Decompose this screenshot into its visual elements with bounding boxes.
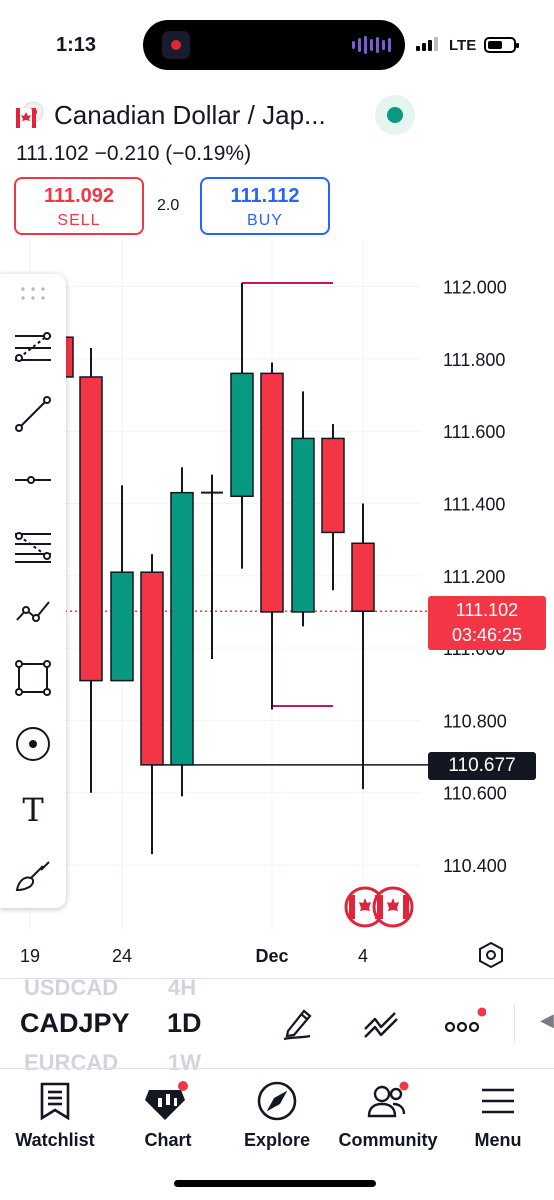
y-tick-label: 111.600 [443,422,505,442]
draw-pen-button[interactable] [273,1000,323,1046]
drag-handle-icon[interactable] [20,286,46,302]
y-tick-label: 110.600 [443,784,507,804]
nav-explore[interactable]: Explore [234,1078,320,1151]
circle-tool-icon[interactable] [11,722,55,766]
watchlist-icon [40,1082,70,1121]
community-icon [367,1081,409,1118]
battery-icon [484,37,519,53]
y-tick-label: 111.400 [443,495,505,515]
x-tick-label: 24 [112,946,132,966]
interval-picker-next[interactable]: 1W [168,1050,201,1076]
text-tool-glyph: T [22,791,44,829]
divider [0,1068,554,1069]
nav-label: Explore [243,1130,311,1150]
polyline-tool-icon[interactable] [11,590,55,634]
low-price-tag: 110.677 [428,752,536,780]
y-tick-label: 111.800 [443,350,505,370]
nav-community[interactable]: Community [334,1078,442,1151]
interval-picker-current[interactable]: 1D [167,1008,202,1039]
buy-price: 111.112 [230,185,300,207]
indicators-icon [364,1012,398,1038]
interval-picker-prev[interactable]: 4H [168,975,196,1001]
nav-label: Watchlist [15,1130,95,1150]
nav-label: Menu [474,1130,522,1150]
dynamic-island [143,20,405,70]
compass-icon [257,1081,297,1121]
collapse-arrow-icon[interactable]: ◀ [540,1010,554,1031]
sell-price: 111.092 [43,185,115,207]
nav-label: Community [338,1130,438,1150]
spread-value: 2.0 [157,197,180,214]
more-options-button[interactable] [439,1000,489,1046]
canada-japan-flag-icon [15,101,44,129]
candle-body [79,376,103,682]
indicators-button[interactable] [356,1000,406,1046]
fib-retracement-tool-icon[interactable] [11,326,55,370]
divider [514,1004,515,1042]
x-tick-label: 19 [20,946,40,966]
x-tick-label: Dec [255,946,288,966]
candle-body [291,437,315,613]
currency-pair-flags-icon[interactable] [343,885,415,929]
x-tick-label: 4 [358,946,368,966]
nav-chart[interactable]: Chart [125,1078,211,1151]
status-time: 1:13 [56,34,97,56]
buy-button[interactable]: 111.112 BUY [200,177,330,235]
audio-waveform-icon [352,36,391,54]
drawing-toolbar: T [0,274,66,908]
candle-body [140,571,164,766]
chart-settings-icon[interactable] [476,940,506,970]
candle-body [351,542,375,612]
nav-label: Chart [144,1130,192,1150]
sell-label: SELL [57,212,101,229]
candle-body [260,372,284,613]
text-tool-icon[interactable]: T [11,788,55,832]
candle-body [321,437,345,534]
current-price-tag: 111.102 03:46:25 [428,596,546,650]
current-price-value: 111.102 [455,600,519,620]
cell-signal-icon [416,37,438,51]
rectangle-tool-icon[interactable] [11,656,55,700]
bar-countdown: 03:46:25 [451,625,523,645]
hamburger-menu-icon [482,1088,514,1114]
symbol-title[interactable]: Canadian Dollar / Jap... [54,100,326,131]
nav-watchlist[interactable]: Watchlist [5,1078,105,1151]
fib-extension-tool-icon[interactable] [11,524,55,568]
home-indicator [174,1180,376,1187]
nav-menu[interactable]: Menu [462,1078,534,1151]
more-dots-icon [444,1007,486,1033]
pen-icon [283,1009,312,1041]
candle-body [170,491,194,766]
market-open-indicator[interactable] [375,95,415,135]
symbol-picker-prev[interactable]: USDCAD [24,975,118,1001]
symbol-picker-next[interactable]: EURCAD [24,1050,118,1076]
candle-body [110,571,134,682]
y-tick-label: 111.200 [443,567,505,587]
symbol-picker-current[interactable]: CADJPY [20,1008,130,1039]
buy-label: BUY [247,212,283,229]
trend-line-tool-icon[interactable] [11,392,55,436]
chart-icon [145,1081,188,1120]
price-change-line: 111.102 −0.210 (−0.19%) [16,142,252,165]
brush-tool-icon[interactable] [11,854,55,898]
candle-body [230,372,254,498]
sell-button[interactable]: 111.092 SELL [14,177,144,235]
horizontal-ray-tool-icon[interactable] [11,458,55,502]
now-playing-app-icon [162,31,190,59]
y-tick-label: 112.000 [443,278,507,298]
network-type: LTE [449,37,477,54]
y-tick-label: 110.800 [443,711,507,731]
y-tick-label: 110.400 [443,856,507,876]
